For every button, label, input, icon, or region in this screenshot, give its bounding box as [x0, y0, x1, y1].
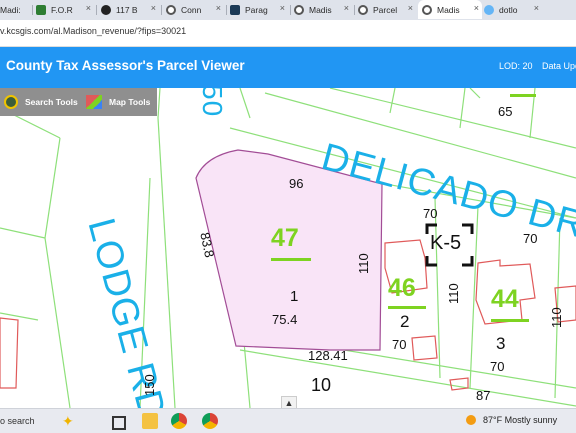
site-icon [484, 4, 494, 15]
map-tools-button[interactable]: Map Tools [86, 92, 150, 112]
dim-87: 87 [476, 388, 491, 403]
windows-taskbar: o search ✦ 87°F Mostly sunny [0, 408, 576, 433]
search-tools-icon [4, 95, 18, 109]
dim-110-lot47: 110 [356, 253, 371, 274]
tab-label: 117 B [116, 4, 138, 15]
dim-128-41: 128.41 [308, 348, 348, 363]
file-explorer-icon[interactable] [142, 413, 158, 429]
dim-70-right: 70 [523, 231, 538, 246]
tab-conn[interactable]: Conn × [166, 0, 224, 19]
dim-65: 65 [498, 104, 513, 119]
close-icon[interactable]: × [344, 3, 349, 13]
close-icon[interactable]: × [474, 3, 479, 13]
tab-label: Parag [245, 4, 268, 15]
app-title: County Tax Assessor's Parcel Viewer [6, 58, 245, 73]
tab-madis-active[interactable]: Madis × [418, 0, 482, 19]
chrome-icon[interactable] [171, 413, 187, 429]
tools-panel: Search Tools Map Tools [0, 88, 157, 116]
close-icon[interactable]: × [151, 3, 156, 13]
tab-for[interactable]: F.O.R × [36, 0, 94, 19]
dim-1: 1 [290, 288, 299, 305]
close-icon[interactable]: × [408, 3, 413, 13]
map-tools-icon [86, 95, 102, 109]
lot-47-underline [271, 258, 311, 261]
lot-top-underline [510, 94, 536, 97]
tab-label: Conn [181, 4, 202, 15]
parcel-map[interactable]: Search Tools Map Tools DELICADO DR LODGE… [0, 88, 576, 408]
lot-number-44[interactable]: 44 [491, 285, 519, 314]
site-icon [101, 4, 111, 15]
tab-label: Madis [437, 4, 460, 15]
lod-indicator: LOD: 20 [499, 61, 533, 71]
tab-parcel[interactable]: Parcel × [358, 0, 416, 19]
sparkle-icon[interactable]: ✦ [62, 413, 78, 429]
taskbar-search[interactable]: o search [0, 416, 35, 426]
dim-110-lot44: 110 [549, 307, 564, 328]
tab-label: F.O.R [51, 4, 73, 15]
dim-70-top: 70 [423, 206, 438, 221]
dim-70-lot46: 70 [392, 337, 407, 352]
map-tools-label: Map Tools [109, 97, 151, 107]
lot-46-underline [388, 306, 426, 309]
tab-madison-1[interactable]: Madi: [0, 0, 30, 19]
dim-70-lot44: 70 [490, 359, 505, 374]
site-icon [230, 4, 240, 15]
grid-cell-label: K-5 [430, 232, 462, 254]
tab-madis-2[interactable]: Madis × [294, 0, 352, 19]
lot-44-underline [491, 319, 529, 322]
tab-label: dotlo [499, 4, 518, 15]
app-header: County Tax Assessor's Parcel Viewer LOD:… [0, 47, 576, 88]
data-updated-label: Data Upd [542, 61, 576, 71]
chrome-icon-active[interactable] [202, 413, 218, 429]
search-tools-label: Search Tools [25, 97, 78, 107]
tab-parag[interactable]: Parag × [230, 0, 288, 19]
close-icon[interactable]: × [534, 3, 539, 13]
tab-label: Madi: [0, 4, 21, 15]
lot-number-46[interactable]: 46 [388, 274, 416, 303]
task-view-icon[interactable] [112, 416, 126, 430]
globe-icon [358, 4, 368, 15]
chevron-up-icon[interactable]: ▲ [281, 396, 297, 408]
lot-number-47[interactable]: 47 [271, 224, 299, 253]
dim-150: 150 [142, 374, 157, 396]
globe-icon [422, 4, 432, 15]
dim-10: 10 [311, 375, 332, 395]
globe-icon [294, 4, 304, 15]
dim-3: 3 [496, 334, 506, 353]
globe-icon [166, 4, 176, 15]
address-bar[interactable]: v.kcsgis.com/al.Madison_revenue/?fips=30… [0, 20, 576, 47]
tab-dotlo[interactable]: dotlo × [484, 0, 542, 19]
tab-label: Parcel [373, 4, 398, 15]
tab-label: Madis [309, 4, 332, 15]
close-icon[interactable]: × [216, 3, 221, 13]
close-icon[interactable]: × [86, 3, 91, 13]
search-tools-button[interactable]: Search Tools [4, 92, 78, 112]
browser-tab-strip: Madi: F.O.R × 117 B × Conn × Parag × Madis × … [0, 0, 576, 20]
dim-2: 2 [400, 312, 410, 331]
tab-117[interactable]: 117 B × [101, 0, 159, 19]
weather-icon [466, 415, 476, 425]
url-text[interactable]: v.kcsgis.com/al.Madison_revenue/?fips=30… [0, 26, 186, 36]
site-icon [36, 4, 46, 15]
dim-75-4: 75.4 [272, 312, 298, 327]
weather-status[interactable]: 87°F Mostly sunny [483, 415, 557, 425]
dim-110-lot46: 110 [446, 283, 461, 304]
dim-96: 96 [289, 176, 304, 191]
close-icon[interactable]: × [280, 3, 285, 13]
road-label-top: 50 [197, 88, 228, 118]
